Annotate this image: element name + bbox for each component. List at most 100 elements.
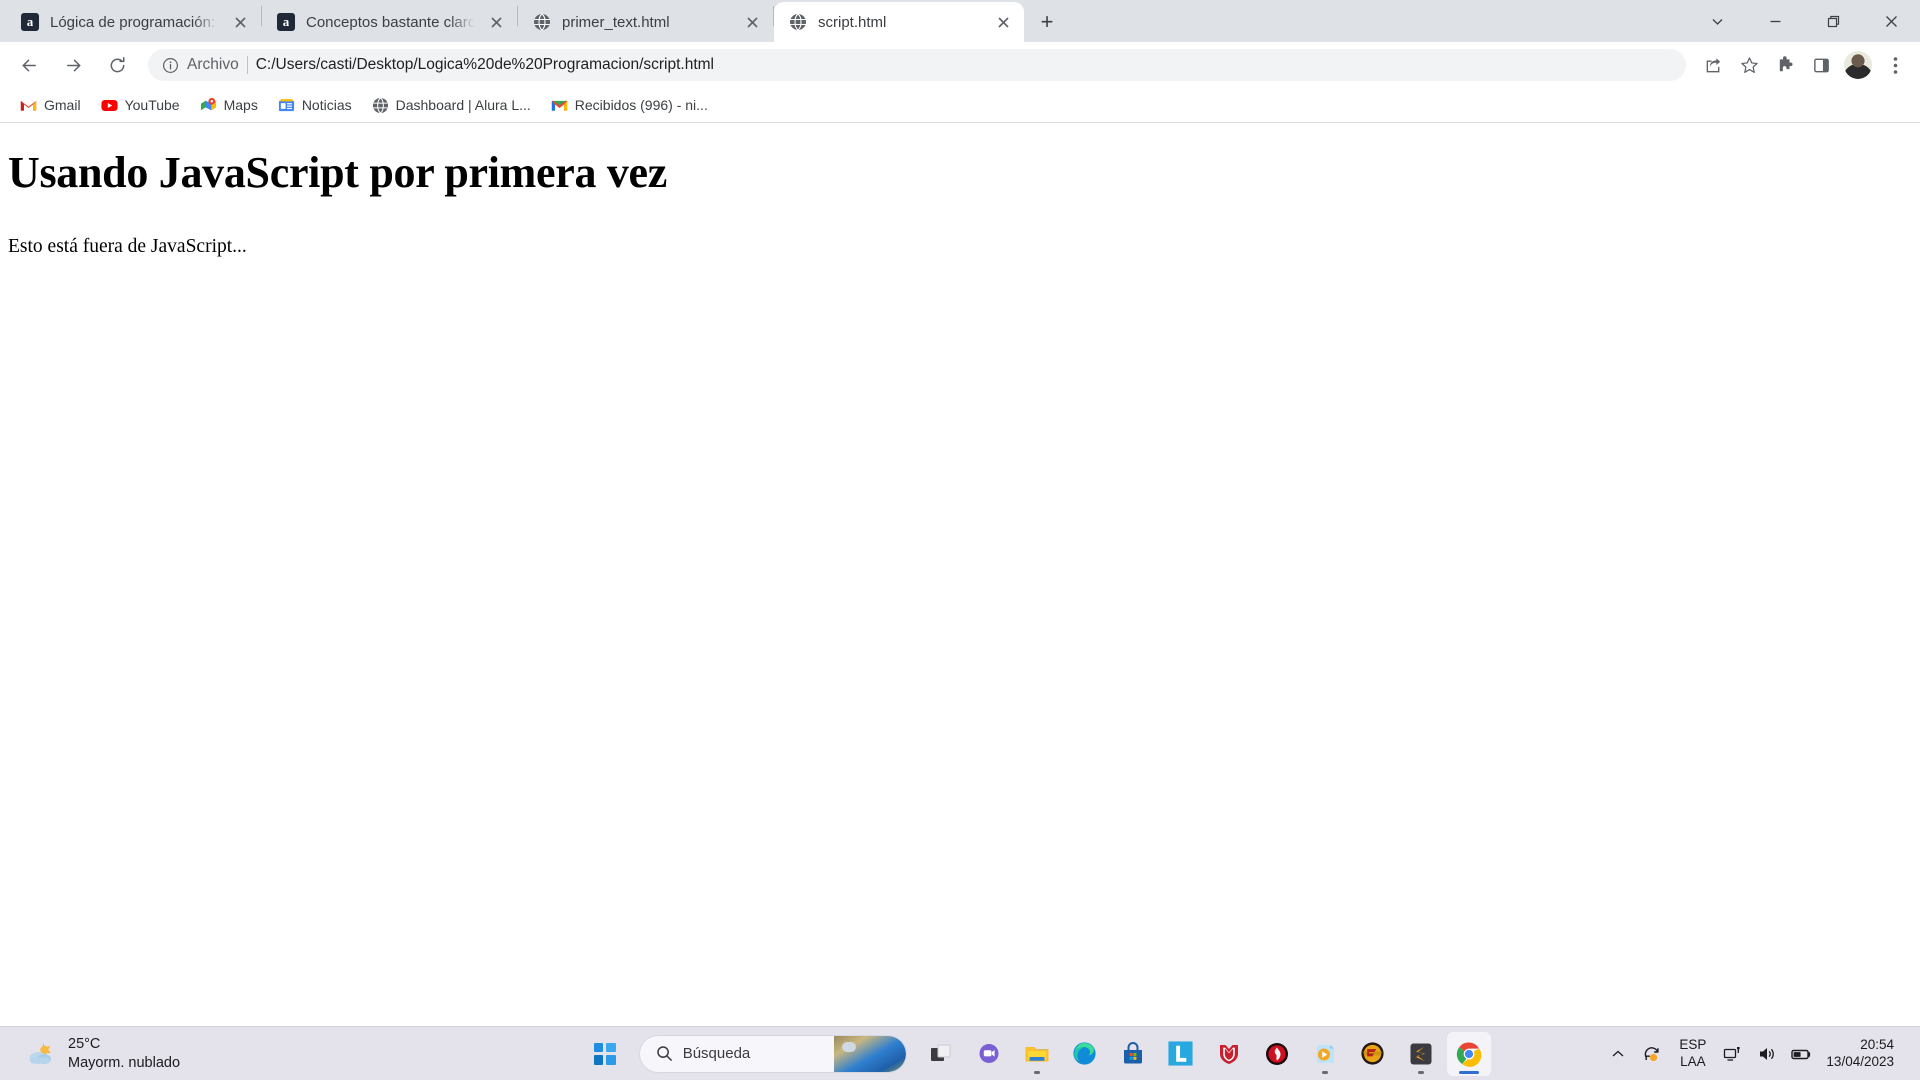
- taskbar-app-google-chrome[interactable]: [1446, 1031, 1491, 1076]
- bookmark-label: Maps: [223, 97, 258, 113]
- share-icon[interactable]: [1696, 48, 1730, 82]
- weather-text: 25°C Mayorm. nublado: [68, 1035, 180, 1071]
- globe-icon: [372, 97, 389, 114]
- bookmark-noticias[interactable]: Noticias: [270, 93, 360, 118]
- taskbar-app-sublime-text[interactable]: [1399, 1032, 1443, 1076]
- youtube-icon: [100, 97, 118, 114]
- tab-strip: a Lógica de programación: Primero a Conc…: [0, 0, 1920, 42]
- running-indicator: [1033, 1070, 1040, 1074]
- bookmark-label: Dashboard | Alura L...: [395, 97, 531, 113]
- start-button[interactable]: [583, 1032, 627, 1076]
- browser-tab[interactable]: a Lógica de programación: Primero: [6, 2, 261, 42]
- tab-close-icon[interactable]: [485, 11, 507, 33]
- bookmark-youtube[interactable]: YouTube: [93, 93, 188, 118]
- weather-description: Mayorm. nublado: [68, 1054, 181, 1071]
- avatar[interactable]: [1844, 51, 1872, 79]
- page-content: Usando JavaScript por primera vez Esto e…: [0, 123, 1920, 1026]
- keyboard-layout-indicator[interactable]: ESP LAA: [1671, 1037, 1714, 1069]
- browser-tab-active[interactable]: script.html: [774, 2, 1024, 42]
- browser-window: a Lógica de programación: Primero a Conc…: [0, 0, 1920, 1026]
- back-arrow-icon[interactable]: [12, 48, 46, 82]
- update-sync-icon[interactable]: [1637, 1037, 1667, 1071]
- taskbar-center: Búsqueda: [470, 1031, 1603, 1076]
- taskbar-app-microsoft-store[interactable]: [1111, 1032, 1155, 1076]
- tab-title: script.html: [818, 13, 887, 31]
- page-paragraph: Esto está fuera de JavaScript...: [8, 236, 247, 257]
- taskbar-weather-widget[interactable]: 25°C Mayorm. nublado: [0, 1035, 470, 1071]
- side-panel-icon[interactable]: [1804, 48, 1838, 82]
- reload-icon[interactable]: [100, 48, 134, 82]
- taskbar-search-label: Búsqueda: [682, 1045, 751, 1062]
- taskbar-app-crossfire[interactable]: [1351, 1032, 1395, 1076]
- news-icon: [278, 97, 295, 114]
- bookmarks-bar: Gmail YouTube Maps Noticias Dashboard | …: [0, 88, 1920, 122]
- tab-close-icon[interactable]: [229, 11, 251, 33]
- windows-logo-icon: [593, 1042, 616, 1065]
- omnibox-divider: [246, 56, 248, 74]
- battery-icon[interactable]: [1786, 1037, 1816, 1071]
- alura-icon: a: [20, 12, 40, 32]
- browser-tab[interactable]: a Conceptos bastante claros | Lógi: [262, 2, 517, 42]
- language-primary: ESP: [1679, 1037, 1707, 1053]
- taskbar-app-app-l[interactable]: [1159, 1032, 1203, 1076]
- taskbar-app-mcafee[interactable]: [1207, 1032, 1251, 1076]
- clock-time: 20:54: [1860, 1036, 1894, 1052]
- taskbar-clock[interactable]: 20:54 13/04/2023: [1820, 1037, 1904, 1071]
- star-icon[interactable]: [1732, 48, 1766, 82]
- running-indicator: [1417, 1070, 1424, 1074]
- weather-temperature: 25°C: [68, 1036, 101, 1053]
- network-icon[interactable]: [1718, 1037, 1748, 1071]
- chevron-down-icon[interactable]: [1688, 0, 1746, 42]
- browser-tab[interactable]: primer_text.html: [518, 2, 773, 42]
- bookmark-maps[interactable]: Maps: [192, 93, 266, 118]
- bookmark-label: Gmail: [44, 97, 81, 113]
- gmail-icon: [20, 97, 37, 114]
- chevron-up-icon[interactable]: [1603, 1037, 1633, 1071]
- forward-arrow-icon[interactable]: [56, 48, 90, 82]
- globe-icon: [532, 12, 552, 32]
- volume-icon[interactable]: [1752, 1037, 1782, 1071]
- taskbar-app-chat[interactable]: [967, 1032, 1011, 1076]
- taskbar-search-box[interactable]: Búsqueda: [638, 1034, 907, 1073]
- bookmark-label: YouTube: [124, 97, 180, 113]
- taskbar-app-media-player[interactable]: [1303, 1032, 1347, 1076]
- tab-title: Lógica de programación: Primero: [50, 13, 219, 31]
- windows-taskbar: 25°C Mayorm. nublado Búsqueda ESP LAA 20…: [0, 1026, 1920, 1080]
- tab-title: Conceptos bastante claros | Lógi: [306, 13, 475, 31]
- close-icon[interactable]: [1862, 0, 1920, 42]
- taskbar-app-game-launcher[interactable]: [1255, 1032, 1299, 1076]
- tab-close-icon[interactable]: [992, 11, 1014, 33]
- new-tab-button[interactable]: +: [1030, 5, 1064, 39]
- gmail-icon: [551, 97, 568, 114]
- tab-title: primer_text.html: [562, 13, 670, 31]
- info-circle-icon[interactable]: [162, 57, 179, 74]
- puzzle-icon[interactable]: [1768, 48, 1802, 82]
- bookmark-label: Noticias: [301, 97, 352, 113]
- tab-close-icon[interactable]: [741, 11, 763, 33]
- clock-date: 13/04/2023: [1826, 1053, 1894, 1069]
- restore-icon[interactable]: [1804, 0, 1862, 42]
- bookmark-recibidos[interactable]: Recibidos (996) - ni...: [543, 93, 716, 118]
- globe-icon: [788, 12, 808, 32]
- language-secondary: LAA: [1680, 1053, 1706, 1069]
- bookmark-dashboard-alura[interactable]: Dashboard | Alura L...: [364, 93, 539, 118]
- system-tray: ESP LAA 20:54 13/04/2023: [1603, 1037, 1920, 1071]
- three-dot-menu-icon[interactable]: [1878, 48, 1912, 82]
- alura-icon: a: [276, 12, 296, 32]
- search-icon: [656, 1045, 673, 1062]
- bookmark-gmail[interactable]: Gmail: [12, 93, 89, 118]
- taskbar-app-microsoft-edge[interactable]: [1063, 1032, 1107, 1076]
- taskbar-app-task-view[interactable]: [919, 1032, 963, 1076]
- page-title: Usando JavaScript por primera vez: [8, 148, 668, 197]
- minimize-icon[interactable]: [1746, 0, 1804, 42]
- window-controls: [1688, 0, 1920, 42]
- running-indicator: [1321, 1070, 1328, 1074]
- bookmark-label: Recibidos (996) - ni...: [574, 97, 708, 113]
- address-bar[interactable]: Archivo C:/Users/casti/Desktop/Logica%20…: [148, 49, 1686, 81]
- maps-icon: [200, 97, 217, 114]
- sun-behind-cloud-icon: [24, 1037, 58, 1071]
- running-indicator-active: [1458, 1070, 1479, 1074]
- omnibox-scheme-label: Archivo: [187, 56, 239, 73]
- browser-toolbar: Archivo C:/Users/casti/Desktop/Logica%20…: [0, 42, 1920, 88]
- taskbar-app-file-explorer[interactable]: [1015, 1032, 1059, 1076]
